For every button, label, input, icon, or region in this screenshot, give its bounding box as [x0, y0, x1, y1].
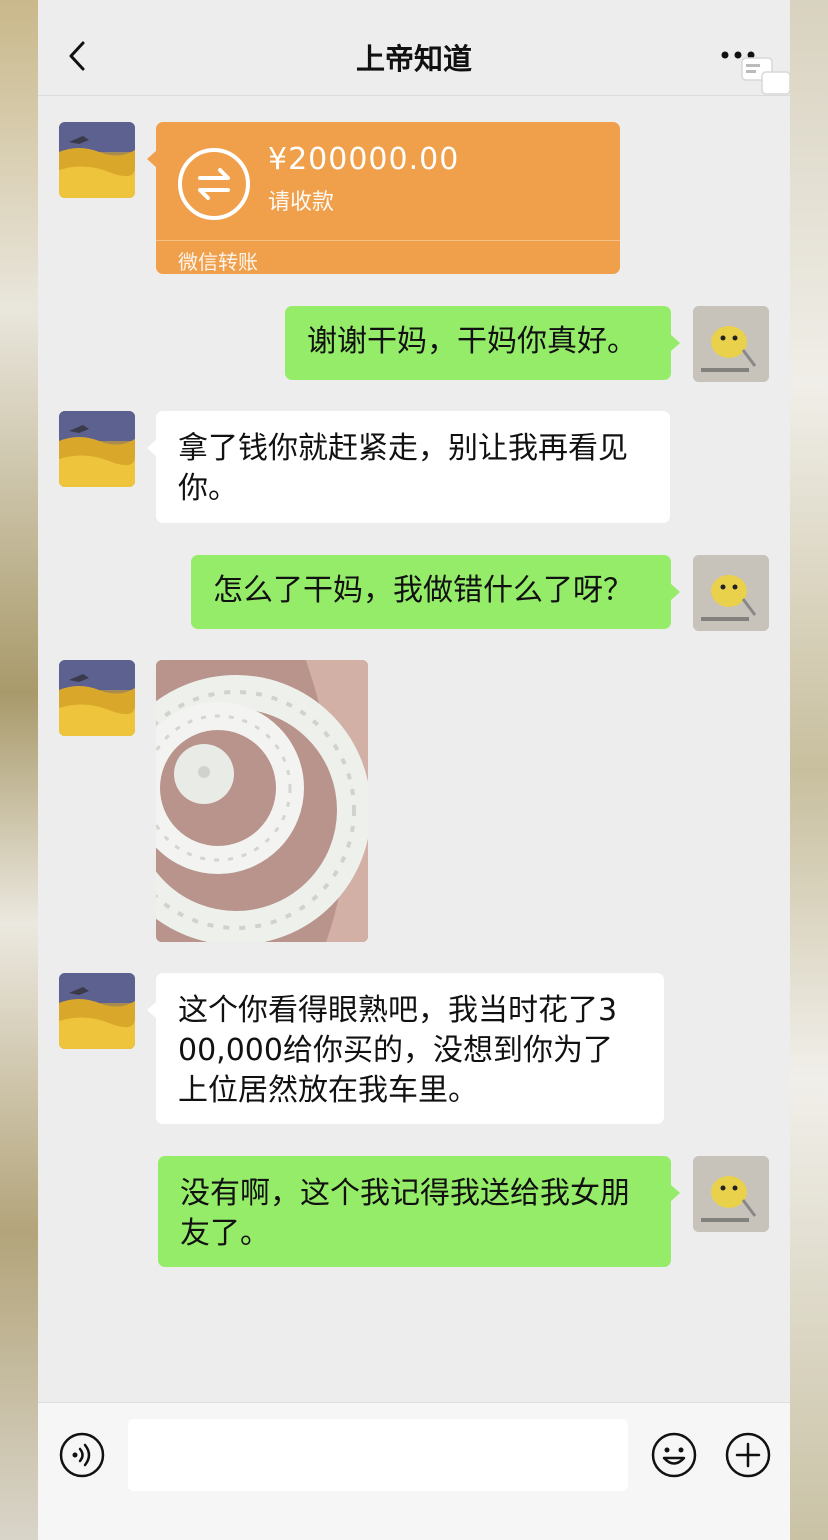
- contact-avatar[interactable]: [59, 411, 135, 487]
- my-avatar[interactable]: [693, 306, 769, 382]
- avatar-landscape-image: [59, 973, 135, 1049]
- avatar-landscape-image: [59, 660, 135, 736]
- message-bubble-sent[interactable]: 没有啊，这个我记得我送给我女朋 友了。: [158, 1156, 680, 1267]
- message-bubble-sent[interactable]: 怎么了干妈，我做错什么了呀？: [191, 555, 680, 629]
- transfer-card[interactable]: ¥200000.00 请收款 微信转账: [147, 122, 620, 274]
- message-input[interactable]: [128, 1419, 628, 1491]
- emoji-icon: [651, 1432, 697, 1478]
- contact-avatar[interactable]: [59, 660, 135, 736]
- message-line: 你。: [178, 471, 238, 506]
- my-avatar[interactable]: [693, 555, 769, 631]
- message-line: 00,000给你买的，没想到你为了: [178, 1033, 613, 1068]
- voice-icon: [59, 1432, 105, 1478]
- avatar-pikachu-image: [693, 306, 769, 382]
- floating-window-icon[interactable]: [740, 54, 790, 98]
- avatar-landscape-image: [59, 122, 135, 198]
- message-line: 友了。: [180, 1216, 270, 1251]
- bubble-arrow: [147, 1001, 157, 1019]
- bubble-arrow: [147, 439, 157, 457]
- my-avatar[interactable]: [693, 1156, 769, 1232]
- input-bar: [38, 1402, 790, 1540]
- message-line: 没有啊，这个我记得我送给我女朋: [180, 1176, 630, 1211]
- message-bubble-received[interactable]: 拿了钱你就赶紧走，别让我再看见 你。: [147, 411, 670, 523]
- avatar-landscape-image: [59, 411, 135, 487]
- bubble-arrow: [670, 583, 680, 601]
- message-line: 这个你看得眼熟吧，我当时花了3: [178, 993, 618, 1028]
- message-line: 上位居然放在我车里。: [178, 1073, 478, 1108]
- avatar-pikachu-image: [693, 1156, 769, 1232]
- transfer-amount: ¥200000.00: [268, 142, 460, 177]
- contact-avatar[interactable]: [59, 122, 135, 198]
- blurred-background-right: [790, 0, 828, 1540]
- contact-avatar[interactable]: [59, 973, 135, 1049]
- divider: [156, 240, 620, 241]
- jade-bangle-photo: [156, 660, 368, 942]
- blurred-background-left: [0, 0, 38, 1540]
- chat-screen: 上帝知道 ¥200000.00 请收款 微信转账 谢谢干妈，干妈你真好。 拿了钱…: [38, 0, 790, 1540]
- message-line: 拿了钱你就赶紧走，别让我再看见: [178, 431, 628, 466]
- bubble-arrow: [670, 1184, 680, 1202]
- image-message-jade-bangle[interactable]: [156, 660, 368, 942]
- chat-header: 上帝知道: [38, 0, 790, 96]
- message-bubble-sent[interactable]: 谢谢干妈，干妈你真好。: [285, 306, 680, 380]
- plus-icon: [725, 1432, 771, 1478]
- emoji-button[interactable]: [650, 1431, 698, 1479]
- transfer-footer: 微信转账: [178, 250, 258, 274]
- more-actions-button[interactable]: [724, 1431, 772, 1479]
- avatar-pikachu-image: [693, 555, 769, 631]
- voice-button[interactable]: [58, 1431, 106, 1479]
- chat-title: 上帝知道: [355, 42, 472, 76]
- message-text: 谢谢干妈，干妈你真好。: [307, 324, 637, 359]
- message-text: 怎么了干妈，我做错什么了呀？: [213, 573, 633, 608]
- bubble-arrow: [147, 150, 157, 168]
- message-bubble-received[interactable]: 这个你看得眼熟吧，我当时花了3 00,000给你买的，没想到你为了 上位居然放在…: [147, 973, 664, 1124]
- bubble-arrow: [670, 334, 680, 352]
- transfer-note: 请收款: [268, 190, 335, 215]
- transfer-arrows-icon: [178, 148, 250, 220]
